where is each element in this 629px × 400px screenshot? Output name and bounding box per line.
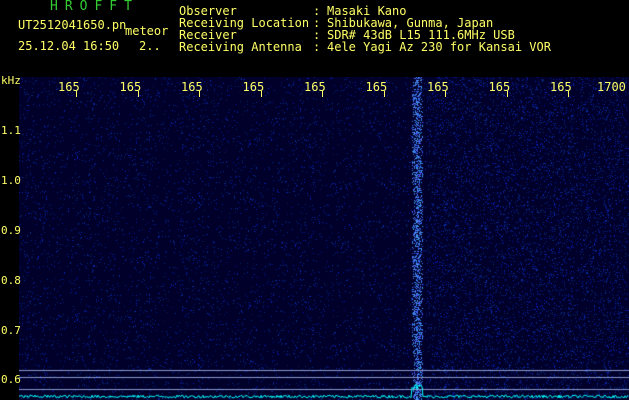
x-tick-mark (383, 91, 385, 97)
header-panel: HROFFT UT2512041650.pn meteor 25.12.04 1… (0, 0, 629, 74)
y-unit-label: kHz (1, 74, 21, 87)
y-tick-label: 1.0 (1, 174, 21, 187)
antenna-label: Receiving Antenna (179, 40, 302, 54)
x-tick-mark (137, 91, 139, 97)
spectrogram-plot (19, 77, 629, 400)
meteor-label: meteor (125, 24, 169, 38)
y-tick-label: 0.8 (1, 274, 21, 287)
timestamp-text: 25.12.04 16:50 (18, 39, 120, 53)
x-tick-mark (568, 91, 569, 97)
x-tick-mark (199, 91, 200, 97)
y-tick-label: 0.9 (1, 224, 21, 237)
x-tick-mark (445, 91, 446, 97)
y-tick-label: 0.7 (1, 324, 21, 337)
antenna-value: 4ele Yagi Az 230 for Kansai VOR (327, 40, 551, 54)
x-tick-label: 1700 (597, 80, 626, 94)
y-tick-label: 1.1 (1, 124, 21, 137)
x-tick-mark (322, 91, 323, 97)
antenna-separator: : (313, 40, 321, 54)
x-tick-mark (76, 91, 77, 97)
app-title: HROFFT (50, 0, 139, 14)
y-tick-label: 0.6 (1, 373, 21, 386)
x-tick-mark (260, 91, 262, 97)
x-tick-mark (506, 91, 508, 97)
spectrogram-canvas (19, 77, 629, 400)
count-text: 2.. (139, 39, 161, 53)
filename-text: UT2512041650.pn (18, 18, 127, 32)
